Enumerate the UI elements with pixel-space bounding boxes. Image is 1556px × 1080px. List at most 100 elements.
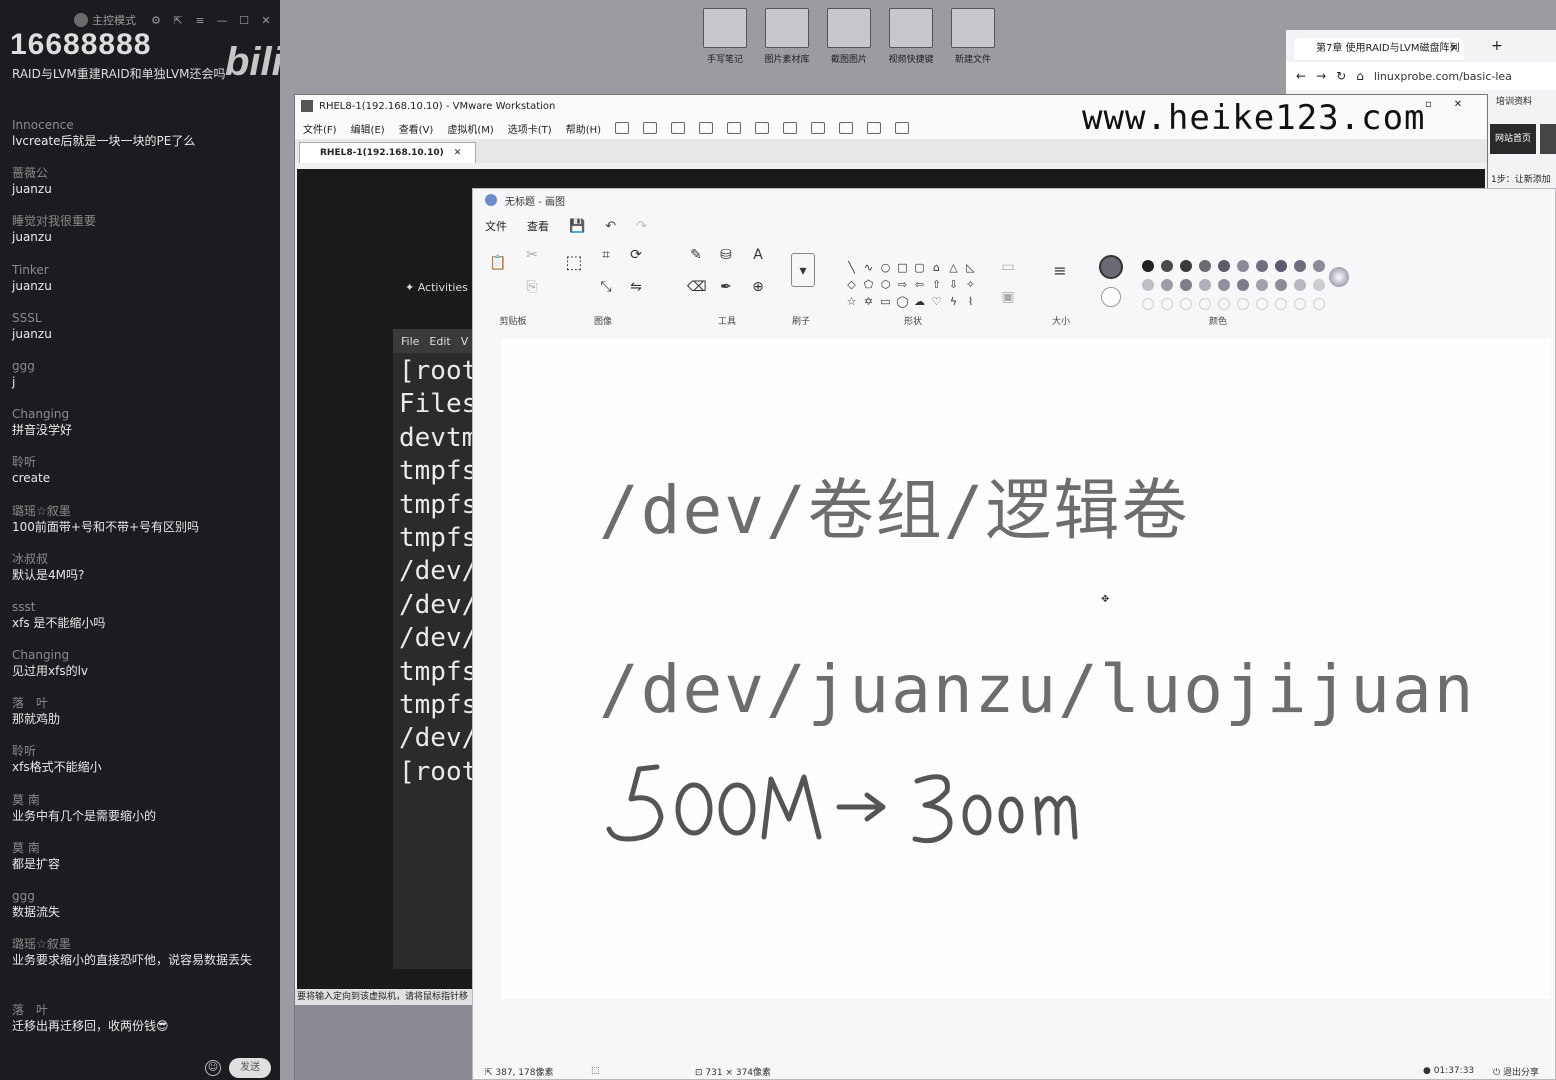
custom-color-slot[interactable] bbox=[1142, 298, 1154, 310]
four-point-star-shape-icon[interactable]: ✧ bbox=[962, 276, 979, 293]
select-icon[interactable]: ⬚ bbox=[565, 254, 583, 272]
reload-icon[interactable]: ↻ bbox=[1336, 69, 1346, 83]
browser-tab[interactable]: 第7章 使用RAID与LVM磁盘阵列 ✕ bbox=[1294, 38, 1464, 60]
close-icon[interactable]: ✕ bbox=[260, 14, 272, 27]
fill-icon[interactable]: ⛁ bbox=[717, 247, 735, 263]
color-swatch[interactable] bbox=[1161, 279, 1173, 291]
color-swatch[interactable] bbox=[1256, 260, 1268, 272]
site-home-button[interactable]: 网站首页 bbox=[1490, 124, 1536, 154]
cloud-callout-shape-icon[interactable]: ☁ bbox=[911, 293, 928, 310]
fullscreen-icon[interactable] bbox=[811, 122, 826, 134]
five-point-star-shape-icon[interactable]: ☆ bbox=[843, 293, 860, 310]
close-tab-icon[interactable]: ✕ bbox=[454, 148, 462, 158]
line-shape-icon[interactable]: ╲ bbox=[843, 259, 860, 276]
menu-icon[interactable]: ≡ bbox=[194, 14, 206, 27]
side-button[interactable] bbox=[1540, 124, 1556, 154]
chat-username[interactable]: 聆听 bbox=[12, 455, 267, 470]
chat-username[interactable]: 落 叶 bbox=[12, 1003, 267, 1018]
custom-color-slot[interactable] bbox=[1218, 298, 1230, 310]
revert-snapshot-icon[interactable] bbox=[699, 122, 714, 134]
fill-style-icon[interactable]: ▣ bbox=[999, 289, 1017, 305]
forward-icon[interactable]: → bbox=[1316, 69, 1326, 83]
chat-username[interactable]: ssst bbox=[12, 600, 267, 615]
send-button[interactable]: 发送 bbox=[229, 1058, 271, 1078]
color-swatch[interactable] bbox=[1180, 260, 1192, 272]
eraser-icon[interactable]: ⌫ bbox=[687, 279, 707, 295]
color-swatch[interactable] bbox=[1161, 260, 1173, 272]
custom-color-slot[interactable] bbox=[1256, 298, 1268, 310]
color-swatch[interactable] bbox=[1237, 260, 1249, 272]
paint-menu-view[interactable]: 查看 bbox=[527, 218, 549, 234]
color-swatch[interactable] bbox=[1180, 279, 1192, 291]
pentagon-shape-icon[interactable]: ⬠ bbox=[860, 276, 877, 293]
pause-icon[interactable] bbox=[615, 122, 630, 134]
resize-icon[interactable]: ⤡ bbox=[597, 279, 615, 295]
chat-username[interactable]: SSSL bbox=[12, 311, 267, 326]
color-swatch[interactable] bbox=[1275, 279, 1287, 291]
paste-icon[interactable]: 📋 bbox=[489, 255, 507, 271]
back-icon[interactable]: ← bbox=[1296, 69, 1306, 83]
emoji-icon[interactable]: ☺ bbox=[205, 1060, 221, 1076]
minimize-icon[interactable]: ▫ bbox=[1425, 99, 1432, 110]
custom-color-slot[interactable] bbox=[1294, 298, 1306, 310]
custom-color-slot[interactable] bbox=[1199, 298, 1211, 310]
chat-username[interactable]: Changing bbox=[12, 648, 267, 663]
terminal-menu-file[interactable]: File bbox=[401, 335, 419, 348]
color-swatch[interactable] bbox=[1142, 279, 1154, 291]
lightning-shape-icon[interactable]: ϟ bbox=[945, 293, 962, 310]
chat-username[interactable]: Tinker bbox=[12, 263, 267, 278]
activities-button[interactable]: ✦ Activities bbox=[405, 281, 468, 294]
desktop-icon[interactable]: 视频快捷键 bbox=[886, 8, 936, 65]
menu-edit[interactable]: 编辑(E) bbox=[351, 121, 385, 136]
custom-color-slot[interactable] bbox=[1161, 298, 1173, 310]
color-swatch[interactable] bbox=[1294, 260, 1306, 272]
vm-tab[interactable]: RHEL8-1(192.168.10.10) ✕ bbox=[299, 142, 477, 163]
close-tab-icon[interactable]: ✕ bbox=[1450, 38, 1458, 60]
chat-username[interactable]: 璐瑶☆叙墨 bbox=[12, 937, 267, 952]
exit-share-button[interactable]: ⏻ 退出分享 bbox=[1493, 1065, 1539, 1078]
chat-username[interactable]: Changing bbox=[12, 407, 267, 422]
flip-icon[interactable]: ⇋ bbox=[627, 279, 645, 295]
color-swatch[interactable] bbox=[1142, 260, 1154, 272]
menu-help[interactable]: 帮助(H) bbox=[566, 121, 601, 136]
rotate-icon[interactable]: ⟳ bbox=[627, 247, 645, 263]
magnifier-icon[interactable]: ⊕ bbox=[749, 279, 767, 295]
triangle-shape-icon[interactable]: △ bbox=[945, 259, 962, 276]
snapshot-manager-icon[interactable] bbox=[727, 122, 742, 134]
paint-canvas[interactable]: /dev/卷组/逻辑卷 /dev/juanzu/luojijuan ✥ bbox=[501, 339, 1551, 999]
crop-icon[interactable]: ⌗ bbox=[597, 247, 615, 263]
outline-icon[interactable]: ▭ bbox=[999, 259, 1017, 275]
color-swatch[interactable] bbox=[1275, 260, 1287, 272]
save-icon[interactable]: 💾 bbox=[569, 219, 585, 234]
oval-callout-shape-icon[interactable]: ◯ bbox=[894, 293, 911, 310]
desktop-icon[interactable]: 新建文件 bbox=[948, 8, 998, 65]
chat-username[interactable]: 莫 南 bbox=[12, 841, 267, 856]
color-picker-icon[interactable]: ✒ bbox=[717, 279, 735, 295]
diamond-shape-icon[interactable]: ◇ bbox=[843, 276, 860, 293]
line-size-icon[interactable]: ≡ bbox=[1051, 263, 1069, 279]
snapshot-icon[interactable] bbox=[671, 122, 686, 134]
brush-icon[interactable]: ▾ bbox=[791, 253, 815, 287]
copy-icon[interactable]: ⎘ bbox=[523, 279, 541, 295]
up-arrow-shape-icon[interactable]: ⇧ bbox=[928, 276, 945, 293]
freeform-shape-icon[interactable]: ⌇ bbox=[962, 293, 979, 310]
color-swatch[interactable] bbox=[1199, 260, 1211, 272]
right-triangle-shape-icon[interactable]: ◺ bbox=[962, 259, 979, 276]
color-swatch[interactable] bbox=[1199, 279, 1211, 291]
redo-icon[interactable]: ↷ bbox=[636, 219, 647, 234]
chat-username[interactable]: ggg bbox=[12, 889, 267, 904]
menu-tabs[interactable]: 选项卡(T) bbox=[508, 121, 552, 136]
rounded-rectangle-shape-icon[interactable]: ▢ bbox=[911, 259, 928, 276]
pencil-icon[interactable]: ✎ bbox=[687, 247, 705, 263]
chat-username[interactable]: 蔷薇公 bbox=[12, 166, 267, 181]
settings-icon[interactable]: ⚙ bbox=[150, 14, 162, 27]
paint-menu-file[interactable]: 文件 bbox=[485, 218, 507, 234]
heart-shape-icon[interactable]: ♡ bbox=[928, 293, 945, 310]
six-point-star-shape-icon[interactable]: ✡ bbox=[860, 293, 877, 310]
chat-username[interactable]: 冰叔叔 bbox=[12, 552, 267, 567]
terminal-window[interactable]: File Edit V [root Files devtm tmpfs tmpfs tmp… bbox=[393, 329, 483, 969]
menu-vm[interactable]: 虚拟机(M) bbox=[447, 121, 493, 136]
edit-colors-icon[interactable] bbox=[1329, 267, 1349, 287]
rectangle-shape-icon[interactable]: □ bbox=[894, 259, 911, 276]
left-arrow-shape-icon[interactable]: ⇦ bbox=[911, 276, 928, 293]
